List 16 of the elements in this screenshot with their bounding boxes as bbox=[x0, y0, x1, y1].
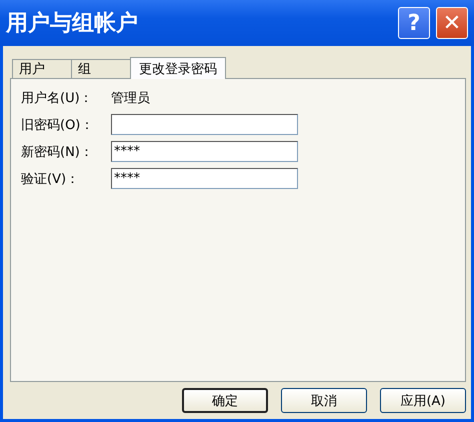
password-field[interactable] bbox=[111, 114, 298, 135]
field-label: 旧密码(O)： bbox=[21, 116, 94, 134]
field-label: 新密码(N)： bbox=[21, 144, 94, 160]
password-field[interactable]: **** bbox=[111, 141, 298, 162]
field-label: 用户名(U)： bbox=[21, 90, 94, 106]
close-button[interactable]: ✕ bbox=[436, 7, 468, 39]
dialog-button[interactable]: 应用(A) bbox=[380, 388, 466, 413]
dialog-button[interactable]: 确定 bbox=[182, 388, 268, 413]
help-button[interactable]: ? bbox=[398, 7, 430, 39]
user-name: 管理员 bbox=[111, 90, 150, 106]
tab[interactable]: 用户 bbox=[12, 59, 72, 78]
field-label: 验证(V)： bbox=[21, 170, 80, 188]
dialog-button[interactable]: 取消 bbox=[281, 388, 367, 413]
window-title: 用户与组帐户 bbox=[6, 10, 138, 38]
password-field[interactable]: **** bbox=[111, 168, 298, 189]
tab[interactable]: 更改登录密码 bbox=[130, 57, 226, 79]
